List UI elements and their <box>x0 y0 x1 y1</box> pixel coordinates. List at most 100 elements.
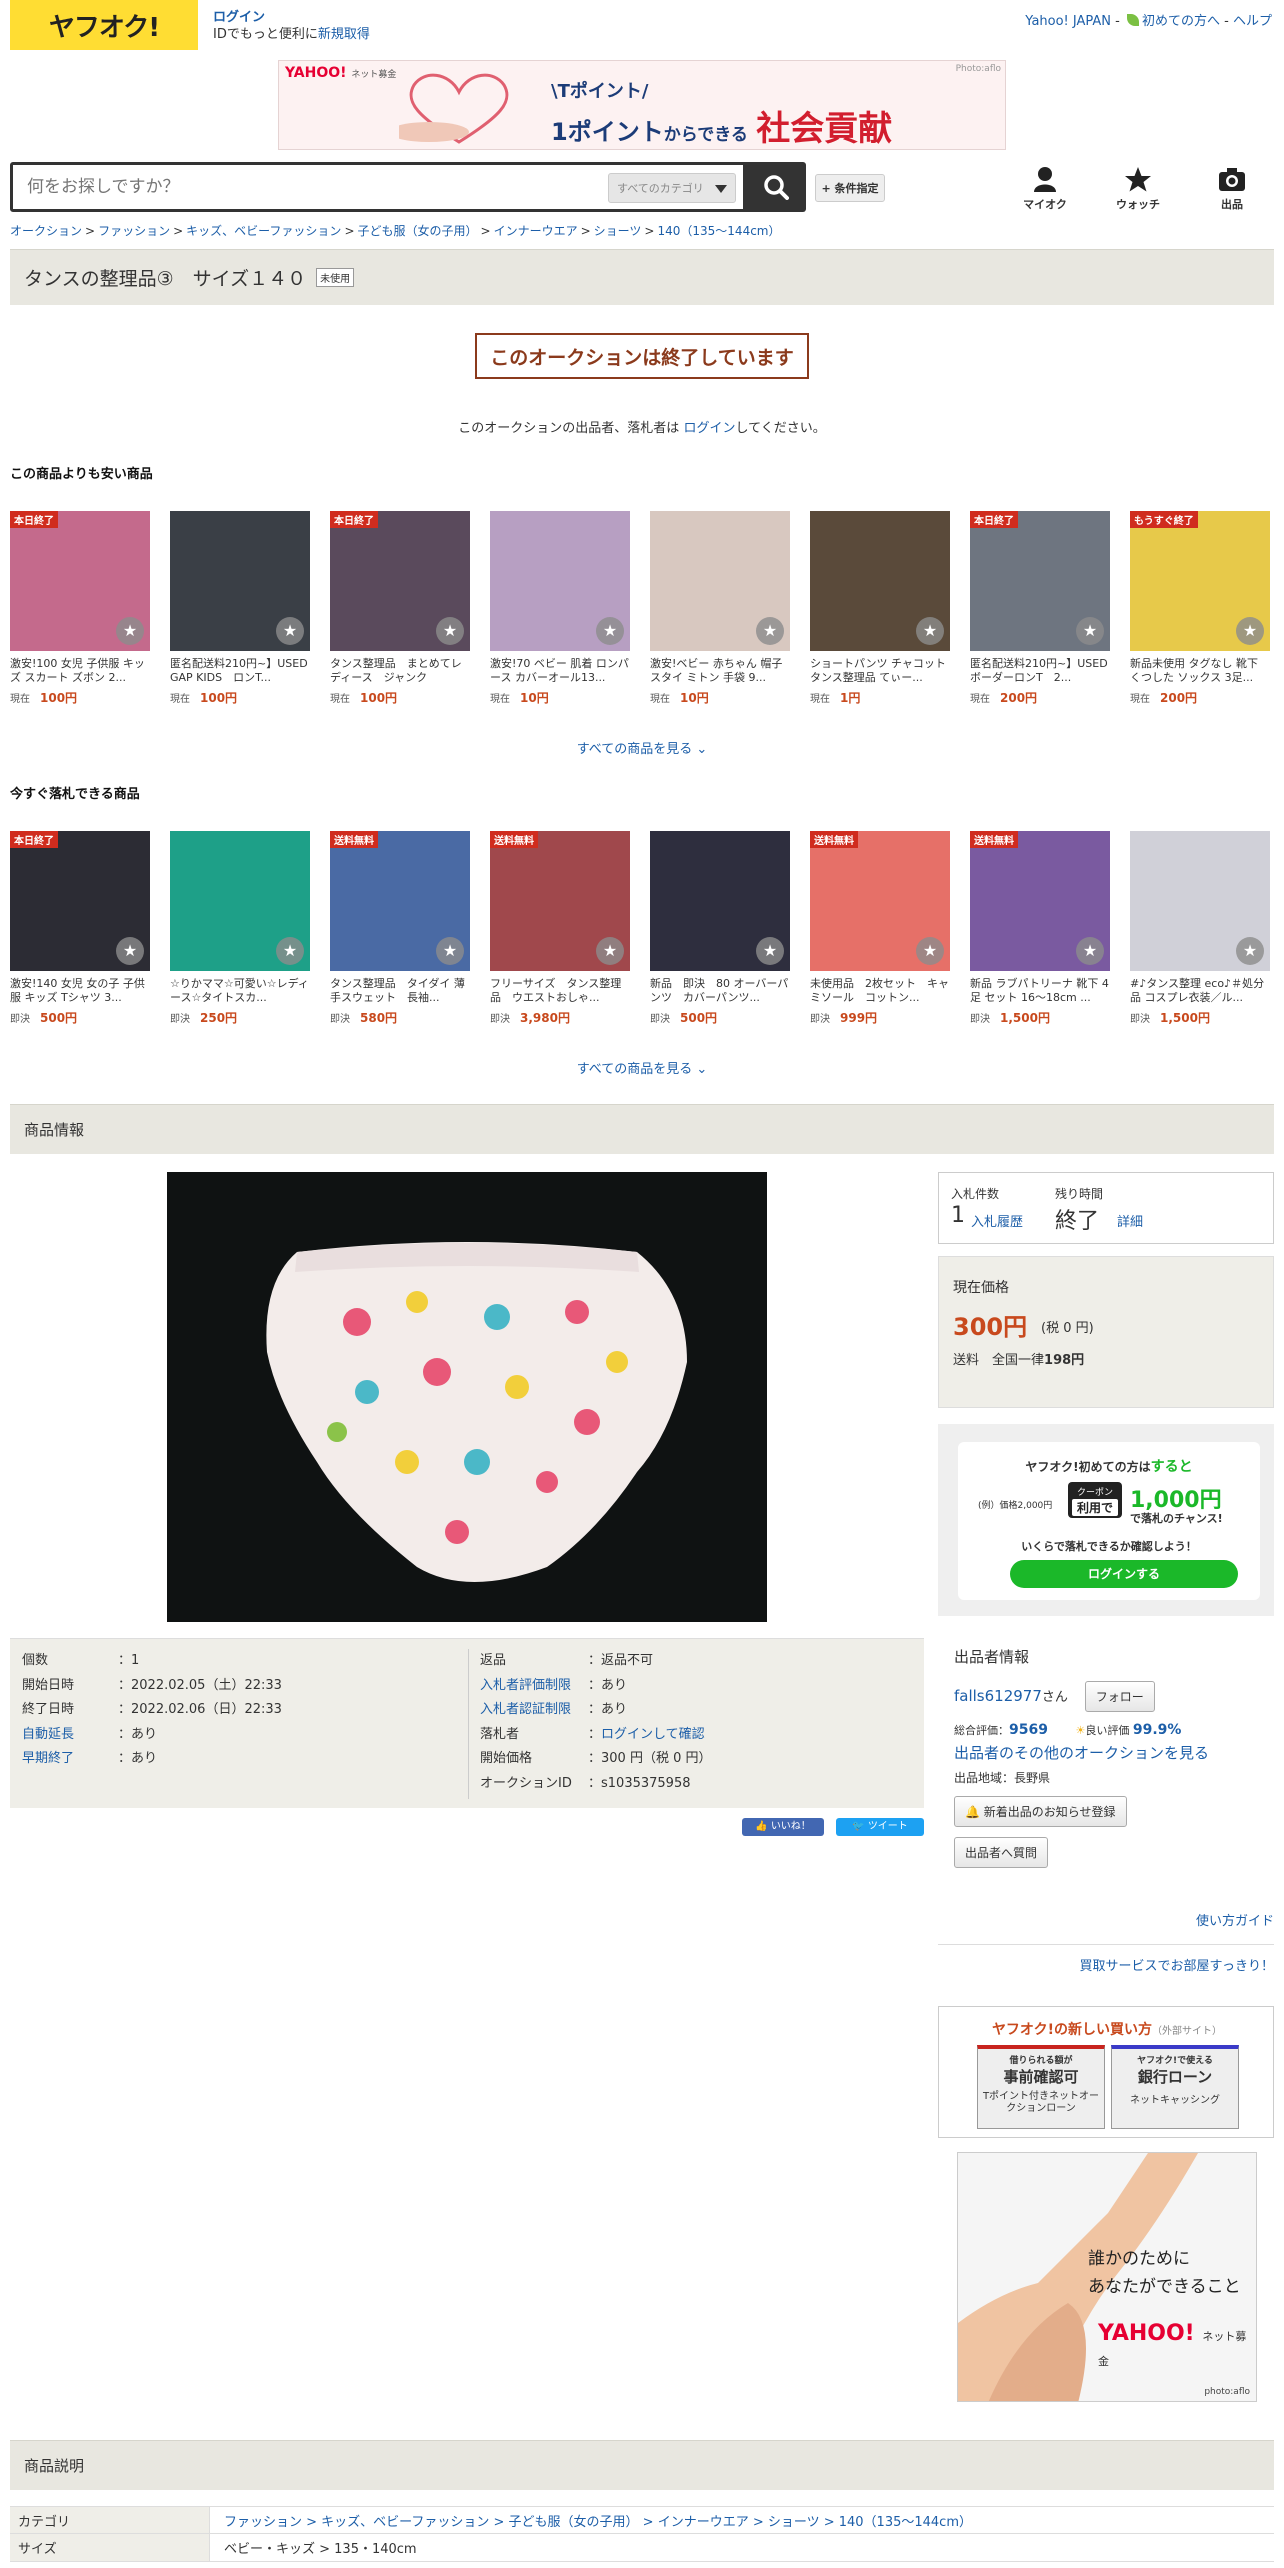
product-title[interactable]: 激安!70 ベビー 肌着 ロンパース カバーオール13... <box>490 657 630 685</box>
product-thumbnail[interactable]: 本日終了 ★ <box>330 511 470 651</box>
product-title[interactable]: #♪タンス整理 eco♪＃処分品 コスプレ衣装／ル... <box>1130 977 1270 1005</box>
product-card[interactable]: もうすぐ終了 ★ 新品未使用 タグなし 靴下 くつした ソックス 3足... 現在 2… <box>1130 511 1270 706</box>
product-thumbnail[interactable]: 本日終了 ★ <box>10 511 150 651</box>
watch-star-icon[interactable]: ★ <box>1076 617 1104 645</box>
product-title[interactable]: フリーサイズ タンス整理品 ウエストおしゃ... <box>490 977 630 1005</box>
category-select[interactable]: すべてのカテゴリ <box>608 173 736 203</box>
product-thumbnail[interactable]: ★ <box>170 511 310 651</box>
detail-key[interactable]: 自動延長 <box>22 1723 118 1748</box>
product-title[interactable]: ショートパンツ チャコット タンス整理品 てぃー... <box>810 657 950 685</box>
detail-value[interactable]: ログインして確認 <box>601 1723 705 1748</box>
product-title[interactable]: タンス整理品 まとめてレディース ジャンク <box>330 657 470 685</box>
login-link[interactable]: ログイン <box>683 421 735 436</box>
breadcrumb-link[interactable]: ファッション <box>98 224 170 238</box>
product-title[interactable]: 新品 即決 80 オーバーパンツ カバーパンツ... <box>650 977 790 1005</box>
help-link[interactable]: ヘルプ <box>1233 14 1272 29</box>
detail-key[interactable]: 早期終了 <box>22 1747 118 1772</box>
good-rating-link[interactable]: 99.9% <box>1133 1722 1182 1738</box>
product-title[interactable]: 激安!140 女児 女の子 子供服 キッズ Tシャツ 3... <box>10 977 150 1005</box>
product-title[interactable]: 新品 ラブパトリーナ 靴下 4足 セット 16～18cm ... <box>970 977 1110 1005</box>
watch-star-icon[interactable]: ★ <box>756 937 784 965</box>
product-title[interactable]: 新品未使用 タグなし 靴下 くつした ソックス 3足... <box>1130 657 1270 685</box>
product-title[interactable]: 匿名配送料210円~】USED GAP KIDS ロンT... <box>170 657 310 685</box>
product-card[interactable]: ★ 激安!70 ベビー 肌着 ロンパース カバーオール13... 現在 10円 <box>490 511 630 706</box>
breadcrumb-link[interactable]: オークション <box>10 224 82 238</box>
product-card[interactable]: ★ ショートパンツ チャコット タンス整理品 てぃー... 現在 1円 <box>810 511 950 706</box>
product-thumbnail[interactable]: ★ <box>170 831 310 971</box>
bid-history-link[interactable]: 入札履歴 <box>971 1211 1023 1230</box>
product-thumbnail[interactable]: 本日終了 ★ <box>10 831 150 971</box>
beginner-link[interactable]: 初めての方へ <box>1142 14 1220 29</box>
breadcrumb-link[interactable]: 140（135～144cm） <box>657 224 780 238</box>
sell-button[interactable]: 出品 <box>1202 166 1262 212</box>
product-thumbnail[interactable]: 送料無料 ★ <box>970 831 1110 971</box>
watch-star-icon[interactable]: ★ <box>436 617 464 645</box>
see-all-link[interactable]: すべての商品を見る ⌄ <box>0 738 1284 757</box>
yahoo-japan-link[interactable]: Yahoo! JAPAN <box>1025 14 1111 29</box>
detail-key[interactable]: 入札者評価制限 <box>480 1674 588 1699</box>
product-title[interactable]: ☆りかママ☆可愛い☆レディース☆タイトスカ... <box>170 977 310 1005</box>
login-link[interactable]: ログイン <box>213 10 265 25</box>
product-thumbnail[interactable]: ★ <box>650 511 790 651</box>
breadcrumb-link[interactable]: 子ども服（女の子用） <box>358 224 478 238</box>
condition-button[interactable]: + 条件指定 <box>815 174 885 202</box>
product-thumbnail[interactable]: ★ <box>490 511 630 651</box>
search-button[interactable] <box>746 162 806 212</box>
follow-button[interactable]: フォロー <box>1084 1681 1155 1712</box>
watch-star-icon[interactable]: ★ <box>116 617 144 645</box>
watch-star-icon[interactable]: ★ <box>916 617 944 645</box>
kaitori-link[interactable]: 買取サービスでお部屋すっきり！ <box>1080 1959 1274 1974</box>
watch-star-icon[interactable]: ★ <box>116 937 144 965</box>
breadcrumb-link[interactable]: ショーツ <box>594 224 642 238</box>
watch-button[interactable]: ウォッチ <box>1108 166 1168 212</box>
product-title[interactable]: 激安!ベビー 赤ちゃん 帽子 スタイ ミトン 手袋 9... <box>650 657 790 685</box>
product-card[interactable]: 本日終了 ★ タンス整理品 まとめてレディース ジャンク 現在 100円 <box>330 511 470 706</box>
product-card[interactable]: 送料無料 ★ タンス整理品 タイダイ 薄手スウェット 長袖... 即決 580円 <box>330 831 470 1026</box>
product-card[interactable]: ★ 匿名配送料210円~】USED GAP KIDS ロンT... 現在 100円 <box>170 511 310 706</box>
detail-key[interactable]: 入札者認証制限 <box>480 1698 588 1723</box>
product-card[interactable]: 送料無料 ★ 新品 ラブパトリーナ 靴下 4足 セット 16～18cm ... 即決 … <box>970 831 1110 1026</box>
watch-star-icon[interactable]: ★ <box>756 617 784 645</box>
search-input[interactable] <box>27 177 607 197</box>
watch-star-icon[interactable]: ★ <box>1236 937 1264 965</box>
product-thumbnail[interactable]: 送料無料 ★ <box>490 831 630 971</box>
product-card[interactable]: 本日終了 ★ 激安!140 女児 女の子 子供服 キッズ Tシャツ 3... 即決 5… <box>10 831 150 1026</box>
watch-star-icon[interactable]: ★ <box>916 937 944 965</box>
rating-link[interactable]: 9569 <box>1009 1722 1048 1738</box>
watch-star-icon[interactable]: ★ <box>596 617 624 645</box>
category-path-link[interactable]: ファッション > キッズ、ベビーファッション > 子ども服（女の子用） > イン… <box>210 2511 972 2530</box>
top-ad-banner[interactable]: YAHOO! ネット募金 Photo:aflo \Tポイント/ 1ポイントからで… <box>278 60 1006 150</box>
product-thumbnail[interactable]: ★ <box>1130 831 1270 971</box>
product-card[interactable]: 送料無料 ★ 未使用品 2枚セット キャミソール コットン... 即決 999円 <box>810 831 950 1026</box>
watch-star-icon[interactable]: ★ <box>596 937 624 965</box>
product-card[interactable]: 送料無料 ★ フリーサイズ タンス整理品 ウエストおしゃ... 即決 3,980円 <box>490 831 630 1026</box>
see-all-link[interactable]: すべての商品を見る ⌄ <box>0 1058 1284 1077</box>
bank-loan-button[interactable]: ヤフオク!で使える 銀行ローン ネットキャッシング <box>1111 2045 1239 2129</box>
product-thumbnail[interactable]: ★ <box>650 831 790 971</box>
product-card[interactable]: ★ #♪タンス整理 eco♪＃処分品 コスプレ衣装／ル... 即決 1,500円 <box>1130 831 1270 1026</box>
watch-star-icon[interactable]: ★ <box>436 937 464 965</box>
facebook-like-button[interactable]: 👍 いいね！ <box>742 1818 824 1836</box>
detail-link[interactable]: 詳細 <box>1117 1211 1143 1230</box>
product-card[interactable]: 本日終了 ★ 激安!100 女児 子供服 キッズ スカート ズボン 2... 現在 1… <box>10 511 150 706</box>
product-thumbnail[interactable]: 送料無料 ★ <box>330 831 470 971</box>
product-thumbnail[interactable]: もうすぐ終了 ★ <box>1130 511 1270 651</box>
promo-login-button[interactable]: ログインする <box>1010 1560 1238 1588</box>
myauction-button[interactable]: マイオク <box>1015 166 1075 212</box>
yahuoku-logo[interactable]: ヤフオク! <box>10 0 198 50</box>
product-thumbnail[interactable]: 本日終了 ★ <box>970 511 1110 651</box>
breadcrumb-link[interactable]: インナーウエア <box>494 224 578 238</box>
product-thumbnail[interactable]: 送料無料 ★ <box>810 831 950 971</box>
product-title[interactable]: タンス整理品 タイダイ 薄手スウェット 長袖... <box>330 977 470 1005</box>
loan-precheck-button[interactable]: 借りられる額が 事前確認可 Tポイント付きネットオークションローン <box>977 2045 1105 2129</box>
guide-link[interactable]: 使い方ガイド <box>1196 1914 1274 1929</box>
product-card[interactable]: ★ ☆りかママ☆可愛い☆レディース☆タイトスカ... 即決 250円 <box>170 831 310 1026</box>
tweet-button[interactable]: 🐦 ツイート <box>836 1818 924 1836</box>
notify-button[interactable]: 🔔 新着出品のお知らせ登録 <box>954 1796 1127 1827</box>
seller-name-link[interactable]: falls612977 <box>954 1687 1042 1705</box>
question-button[interactable]: 出品者へ質問 <box>954 1837 1049 1868</box>
watch-star-icon[interactable]: ★ <box>276 617 304 645</box>
product-title[interactable]: 激安!100 女児 子供服 キッズ スカート ズボン 2... <box>10 657 150 685</box>
product-card[interactable]: ★ 激安!ベビー 赤ちゃん 帽子 スタイ ミトン 手袋 9... 現在 10円 <box>650 511 790 706</box>
watch-star-icon[interactable]: ★ <box>1076 937 1104 965</box>
